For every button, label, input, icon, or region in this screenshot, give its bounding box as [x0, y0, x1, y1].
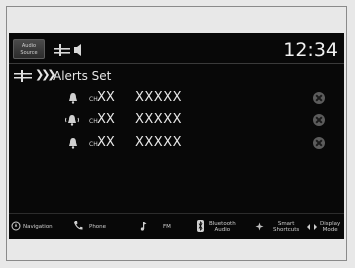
alert-name: XXXXX	[135, 112, 183, 127]
bell-icon	[65, 115, 79, 126]
alert-row[interactable]: CH XX XXXXX	[9, 89, 344, 109]
alert-name: XXXXX	[135, 90, 183, 105]
bell-icon	[69, 93, 77, 104]
nav-phone-button[interactable]: Phone	[71, 214, 115, 239]
audio-source-label-line2: Source	[20, 50, 38, 56]
status-icons	[54, 44, 81, 56]
nav-fm-label: FM	[163, 224, 171, 230]
infotainment-screen: Audio Source 12:34 ❯❯❯ Alerts Set CH XX …	[9, 33, 344, 239]
audio-source-button[interactable]: Audio Source	[13, 39, 45, 59]
nav-bluetooth-audio-label: Bluetooth Audio	[209, 221, 236, 233]
compass-icon	[11, 221, 21, 231]
alert-name: XXXXX	[135, 135, 183, 150]
channel-number: XX	[97, 112, 115, 127]
phone-icon	[74, 221, 83, 230]
music-note-icon	[140, 222, 147, 231]
delete-icon[interactable]	[313, 92, 325, 104]
nav-display-mode-label: Display Mode	[320, 221, 340, 233]
nav-fm-button[interactable]: FM	[135, 214, 181, 239]
alert-row[interactable]: CH XX XXXXX	[9, 134, 344, 154]
nav-bluetooth-audio-button[interactable]: Bluetooth Audio	[195, 214, 247, 239]
nav-phone-label: Phone	[89, 224, 107, 230]
bottom-nav-bar: Navigation Phone FM Bluetooth Audio Smar…	[9, 213, 344, 239]
speaker-icon	[74, 44, 81, 56]
delete-icon[interactable]	[313, 137, 325, 149]
nav-smart-shortcuts-label: Smart Shortcuts	[273, 221, 299, 233]
nav-smart-shortcuts-button[interactable]: Smart Shortcuts	[253, 214, 303, 239]
bluetooth-icon	[197, 220, 204, 232]
audio-source-label-line1: Audio	[21, 43, 37, 49]
breadcrumb-chevron-icon: ❯❯❯	[35, 68, 57, 81]
bell-icon	[69, 138, 77, 149]
shortcuts-icon	[255, 222, 264, 231]
nav-navigation-button[interactable]: Navigation	[11, 214, 67, 239]
channel-number: XX	[97, 90, 115, 105]
channel-number: XX	[97, 135, 115, 150]
nav-smart-shortcuts-label-line2: Shortcuts	[273, 227, 300, 233]
page-title: Alerts Set	[53, 69, 112, 83]
delete-icon[interactable]	[313, 114, 325, 126]
alerts-header: ❯❯❯ Alerts Set	[9, 68, 344, 85]
alert-row[interactable]: CH XX XXXXX	[9, 111, 344, 131]
nav-display-mode-button[interactable]: Display Mode	[307, 214, 344, 239]
nav-navigation-label: Navigation	[23, 224, 53, 230]
nav-bluetooth-audio-label-line2: Audio	[214, 227, 231, 233]
nav-display-mode-label-line2: Mode	[322, 227, 338, 233]
clock: 12:34	[283, 39, 338, 61]
display-mode-icon	[307, 224, 317, 230]
tune-icon	[14, 70, 32, 82]
tune-icon	[54, 44, 70, 56]
figure-frame: Audio Source 12:34 ❯❯❯ Alerts Set CH XX …	[6, 6, 347, 261]
status-bar: Audio Source 12:34	[9, 37, 344, 64]
